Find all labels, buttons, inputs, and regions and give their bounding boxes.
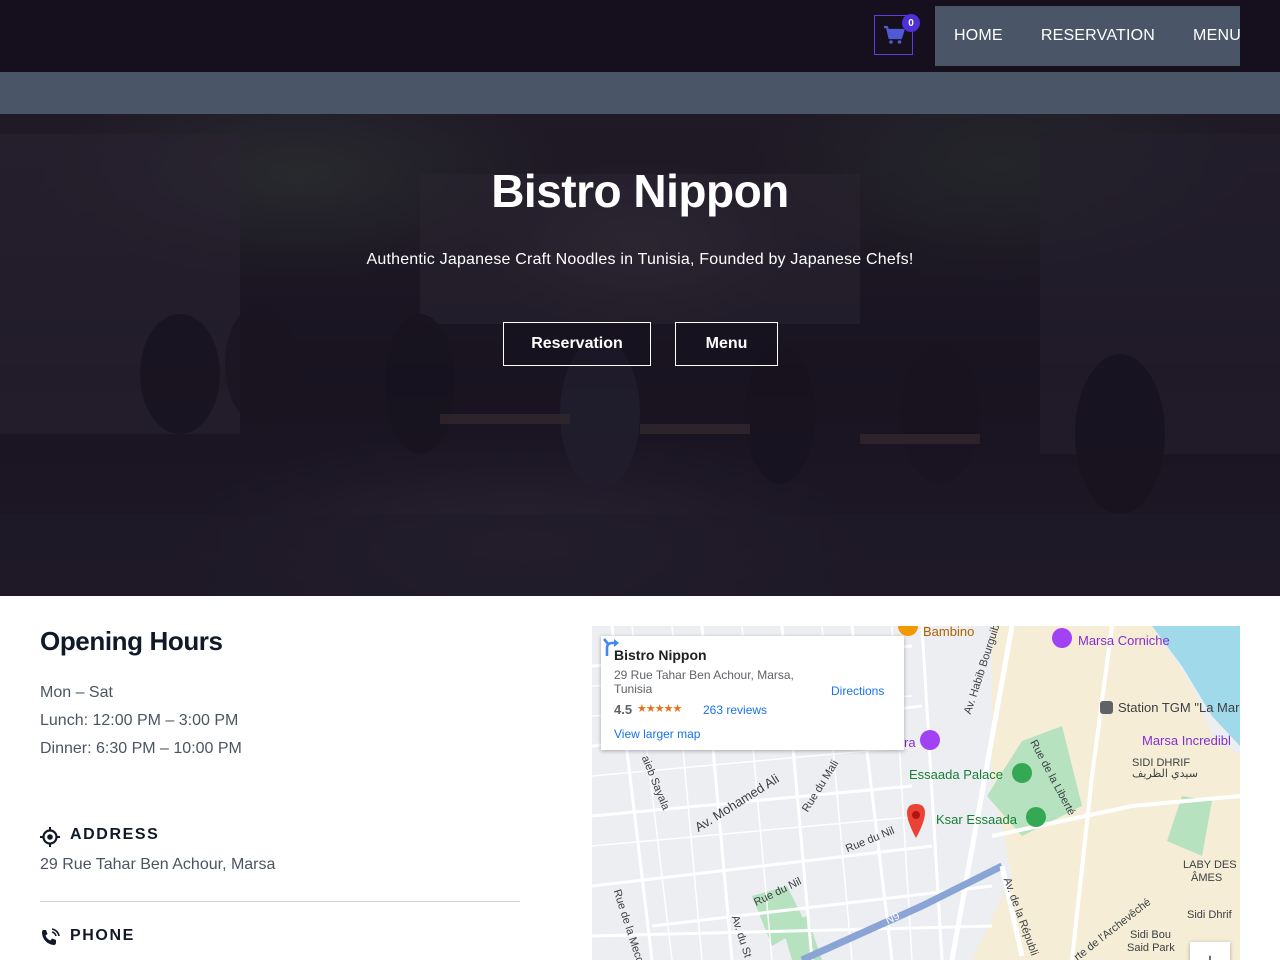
top-navigation-bar: 0 HOME RESERVATION MENU [0, 0, 1280, 72]
map-place-address: 29 Rue Tahar Ben Achour, Marsa, Tunisia [614, 668, 794, 696]
hero-title: Bistro Nippon [491, 165, 789, 217]
map-label-ksar-essaada: Ksar Essaada [936, 812, 1017, 827]
map-label-ames: ÂMES [1191, 872, 1223, 884]
map-rating-value: 4.5 [614, 702, 633, 717]
cart-button[interactable]: 0 [874, 14, 920, 55]
map-label-sidi-dhrif-2: Sidi Dhrif [1187, 909, 1232, 921]
map-label-essaada-palace: Essaada Palace [909, 767, 1003, 782]
map-rating-stars: ★★★★★ [637, 703, 682, 715]
hero-subtitle: Authentic Japanese Craft Noodles in Tuni… [366, 251, 914, 268]
nav-link-reservation[interactable]: RESERVATION [1041, 27, 1155, 45]
map-label-bambino: Bambino [923, 626, 975, 639]
directions-link[interactable]: Directions [831, 684, 884, 698]
map-zoom-in-button[interactable]: + [1190, 942, 1230, 960]
nav-link-home[interactable]: HOME [954, 27, 1003, 45]
map-place-card: Bistro Nippon 29 Rue Tahar Ben Achour, M… [601, 636, 904, 750]
shopping-cart-icon [883, 25, 905, 44]
info-divider [40, 901, 520, 902]
location-target-icon [40, 827, 60, 847]
view-larger-map-link[interactable]: View larger map [614, 727, 700, 741]
map-label-said-park: Said Park [1127, 942, 1175, 954]
reservation-button[interactable]: Reservation [503, 322, 651, 366]
main-menu: HOME RESERVATION MENU [935, 6, 1241, 66]
directions-icon[interactable] [601, 636, 623, 658]
map-reviews-link[interactable]: 263 reviews [703, 703, 767, 717]
map-label-sidi-bou: Sidi Bou [1130, 929, 1171, 941]
address-value: 29 Rue Tahar Ben Achour, Marsa [40, 856, 276, 873]
map-label-ra: ra [904, 735, 916, 750]
nav-link-menu[interactable]: MENU [1193, 27, 1241, 45]
address-label: ADDRESS [70, 826, 160, 843]
secondary-bar [0, 72, 1280, 114]
google-map-embed[interactable]: Bambino Marsa Corniche Av. Habib Bourgui… [592, 626, 1240, 960]
phone-label: PHONE [70, 927, 135, 944]
phone-ringing-icon [42, 928, 60, 945]
opening-hours-title: Opening Hours [40, 626, 223, 656]
map-label-marsa-incredible: Marsa Incredibl [1142, 733, 1231, 748]
hours-lunch: Lunch: 12:00 PM – 3:00 PM [40, 712, 239, 729]
map-label-station-tgm: Station TGM "La Mars [1118, 700, 1240, 715]
hours-days: Mon – Sat [40, 684, 113, 701]
map-label-laby-des: LABY DES [1183, 859, 1237, 871]
hero-section: Bistro Nippon Authentic Japanese Craft N… [0, 114, 1280, 596]
map-place-name: Bistro Nippon [614, 647, 707, 663]
menu-button[interactable]: Menu [675, 322, 778, 366]
map-label-marsa-corniche: Marsa Corniche [1078, 633, 1170, 648]
hours-dinner: Dinner: 6:30 PM – 10:00 PM [40, 740, 242, 757]
map-label-sidi-dhrif-arabic: سيدي الظريف [1132, 768, 1198, 780]
cart-count-badge: 0 [902, 14, 920, 32]
